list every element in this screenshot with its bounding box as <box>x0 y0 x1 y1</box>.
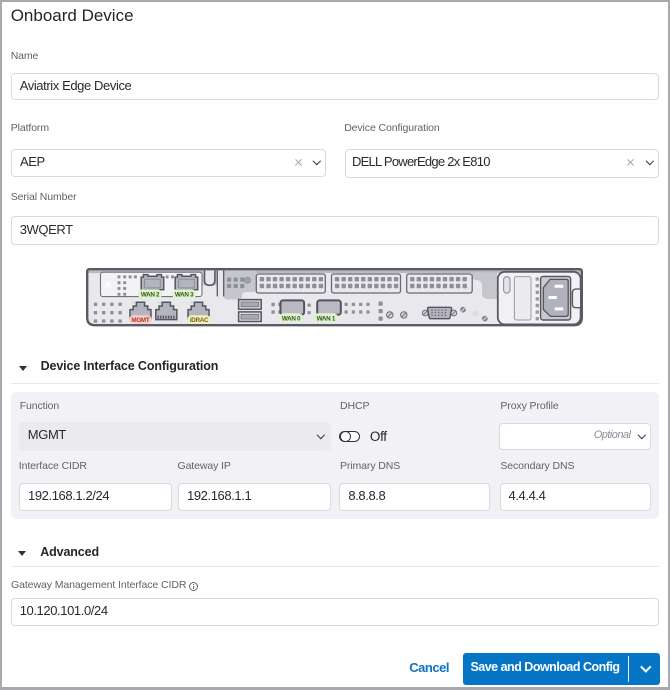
svg-text:WAN 1: WAN 1 <box>317 315 336 322</box>
svg-text:WAN 2: WAN 2 <box>141 291 160 298</box>
svg-text:WAN 0: WAN 0 <box>282 315 301 322</box>
svg-text:WAN 3: WAN 3 <box>175 291 194 298</box>
svg-text:iDRAC: iDRAC <box>190 317 209 324</box>
svg-text:MGMT: MGMT <box>131 317 149 324</box>
